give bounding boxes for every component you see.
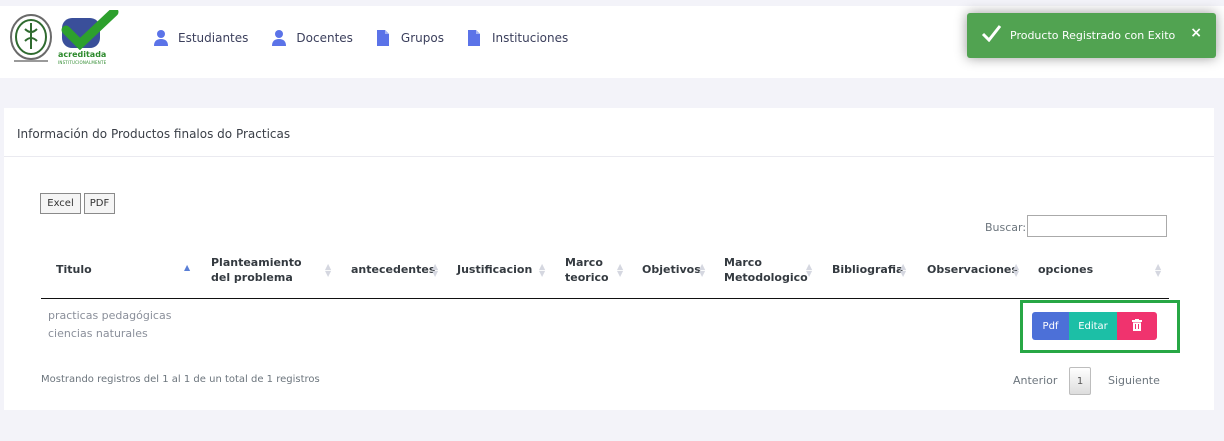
column-header-titulo[interactable]: Titulo bbox=[56, 262, 92, 277]
table-header-divider bbox=[41, 298, 1169, 299]
nav-label: Instituciones bbox=[491, 31, 569, 45]
toast-message: Producto Registrado con Exito bbox=[1010, 29, 1176, 42]
document-icon bbox=[376, 30, 391, 46]
row-titulo-line1: practicas pedagógicas bbox=[48, 309, 172, 322]
column-header-objetivos[interactable]: Objetivos bbox=[642, 262, 701, 277]
logo-brand-subtext: INSTITUCIONALMENTE bbox=[58, 60, 107, 65]
pdf-button[interactable]: Pdf bbox=[1032, 312, 1069, 340]
sort-icon[interactable]: ▲ ▼ bbox=[1155, 263, 1161, 278]
column-header-bibliografia[interactable]: Bibliografia bbox=[832, 262, 903, 277]
main-nav: Estudiantes Docentes Grupos Institucione… bbox=[154, 30, 592, 46]
top-strip bbox=[0, 0, 1224, 6]
document-icon bbox=[467, 30, 482, 46]
sort-icon[interactable]: ▲ ▼ bbox=[325, 263, 331, 278]
sort-icon[interactable]: ▲ ▼ bbox=[699, 263, 705, 278]
checkmark-icon bbox=[981, 24, 1002, 46]
sort-asc-icon[interactable]: ▲ bbox=[184, 264, 190, 272]
search-input[interactable] bbox=[1027, 215, 1167, 237]
nav-instituciones[interactable]: Instituciones bbox=[467, 30, 569, 46]
toast-close-button[interactable]: × bbox=[1190, 25, 1202, 41]
sort-icon[interactable]: ▲ ▼ bbox=[900, 263, 906, 278]
sort-icon[interactable]: ▲ ▼ bbox=[539, 263, 545, 278]
sort-icon[interactable]: ▲ ▼ bbox=[432, 263, 438, 278]
pagination-previous[interactable]: Anterior bbox=[1013, 374, 1057, 387]
column-header-justificacion[interactable]: Justificacion bbox=[457, 262, 532, 277]
nav-estudiantes[interactable]: Estudiantes bbox=[154, 30, 248, 46]
user-icon bbox=[272, 30, 287, 46]
acreditada-logo: acreditada INSTITUCIONALMENTE bbox=[58, 7, 120, 66]
pagination-page-1[interactable]: 1 bbox=[1069, 367, 1091, 395]
column-header-antecedentes[interactable]: antecedentes bbox=[351, 262, 435, 277]
nav-docentes[interactable]: Docentes bbox=[272, 30, 353, 46]
column-header-marco-metodologico[interactable]: Marco Metodologico bbox=[724, 255, 809, 285]
card-title: Información do Productos finalos do Prac… bbox=[4, 108, 1214, 157]
trash-icon bbox=[1132, 318, 1142, 334]
column-header-planteamiento[interactable]: Planteamiento del problema bbox=[211, 255, 321, 285]
row-titulo-line2: ciencias naturales bbox=[48, 327, 148, 340]
export-excel-button[interactable]: Excel bbox=[40, 193, 81, 214]
nav-label: Estudiantes bbox=[178, 31, 249, 45]
sort-icon[interactable]: ▲ ▼ bbox=[617, 263, 623, 278]
table-info: Mostrando registros del 1 al 1 de un tot… bbox=[41, 374, 320, 385]
column-header-opciones[interactable]: opciones bbox=[1038, 262, 1093, 277]
edit-button[interactable]: Editar bbox=[1069, 312, 1117, 340]
logo-brand-text: acreditada bbox=[58, 50, 107, 59]
nav-grupos[interactable]: Grupos bbox=[376, 30, 444, 46]
pagination-next[interactable]: Siguiente bbox=[1108, 374, 1160, 387]
nav-label: Docentes bbox=[296, 31, 353, 45]
search-label: Buscar: bbox=[985, 221, 1027, 234]
column-header-observaciones[interactable]: Observaciones bbox=[927, 262, 1018, 277]
user-icon bbox=[154, 30, 168, 46]
nav-label: Grupos bbox=[400, 31, 444, 45]
export-pdf-button[interactable]: PDF bbox=[84, 193, 115, 214]
delete-button[interactable] bbox=[1117, 312, 1157, 340]
column-header-marco-teorico[interactable]: Marco teorico bbox=[565, 255, 610, 285]
success-toast: Producto Registrado con Exito × bbox=[967, 13, 1216, 58]
sort-icon[interactable]: ▲ ▼ bbox=[806, 263, 812, 278]
sort-icon[interactable]: ▲ ▼ bbox=[1013, 263, 1019, 278]
university-seal-logo bbox=[8, 13, 54, 65]
